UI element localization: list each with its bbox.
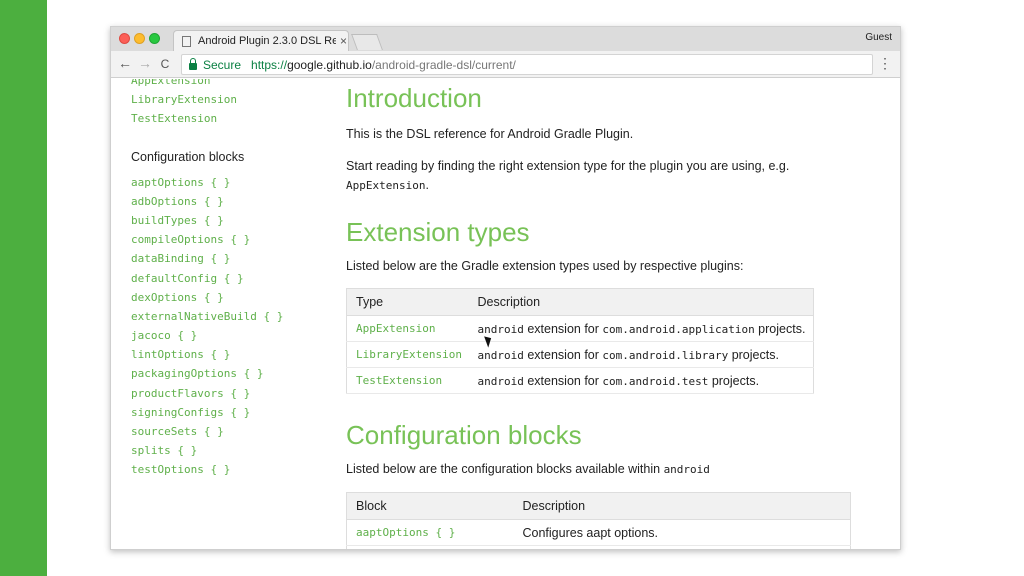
extension-types-paragraph: Listed below are the Gradle extension ty… <box>346 259 744 273</box>
table-header-row: Block Description <box>346 492 851 520</box>
table-row: LibraryExtension android extension for c… <box>346 341 814 368</box>
configuration-blocks-text: Listed below are the configuration block… <box>346 462 661 476</box>
document-icon <box>182 35 191 47</box>
type-description: android extension for com.android.applic… <box>468 315 814 342</box>
reload-icon[interactable]: C <box>157 57 173 71</box>
description-code: android <box>477 322 524 336</box>
description-text: extension for <box>523 373 603 388</box>
sidebar-link-databinding[interactable]: dataBinding { } <box>131 249 331 268</box>
minimize-window-button[interactable] <box>134 33 145 44</box>
table-row <box>346 545 851 549</box>
profile-label[interactable]: Guest <box>865 32 892 43</box>
sidebar-link-testextension[interactable]: TestExtension <box>131 109 331 128</box>
browser-toolbar: ← → C Secure https:// google.github.io /… <box>111 51 900 78</box>
sidebar-link-packagingoptions[interactable]: packagingOptions { } <box>131 364 331 383</box>
column-header-block: Block <box>346 492 514 520</box>
configuration-blocks-paragraph: Listed below are the configuration block… <box>346 460 866 479</box>
description-code: android <box>477 374 524 388</box>
table-cell <box>513 545 851 549</box>
sidebar-link-sourcesets[interactable]: sourceSets { } <box>131 422 331 441</box>
type-description: android extension for com.android.test p… <box>468 367 814 394</box>
url-scheme: https:// <box>251 57 288 72</box>
table-cell <box>346 545 514 549</box>
intro-code-appextension: AppExtension <box>346 179 426 192</box>
title-bar: Android Plugin 2.3.0 DSL Refe × Guest <box>111 27 900 51</box>
sidebar-link-buildtypes[interactable]: buildTypes { } <box>131 211 331 230</box>
extension-types-table: Type Description AppExtension android ex… <box>346 288 814 394</box>
back-icon[interactable]: ← <box>117 55 133 71</box>
new-tab-button[interactable] <box>351 34 383 50</box>
intro-paragraph-1: This is the DSL reference for Android Gr… <box>346 127 634 141</box>
configuration-blocks-table: Block Description aaptOptions { } Config… <box>346 492 851 549</box>
lock-icon <box>189 57 197 70</box>
sidebar-link-testoptions[interactable]: testOptions { } <box>131 460 331 479</box>
description-code: com.android.test <box>602 374 709 388</box>
intro-paragraph-2-text: Start reading by finding the right exten… <box>346 159 790 173</box>
url-host: google.github.io <box>287 57 372 72</box>
sidebar-link-lintoptions[interactable]: lintOptions { } <box>131 345 331 364</box>
type-link-testextension[interactable]: TestExtension <box>346 367 469 394</box>
secure-label: Secure <box>203 57 242 72</box>
block-description: Configures aapt options. <box>513 519 851 546</box>
close-window-button[interactable] <box>119 33 130 44</box>
description-code: com.android.library <box>602 348 729 362</box>
sidebar-link-libraryextension[interactable]: LibraryExtension <box>131 90 331 109</box>
table-header-row: Type Description <box>346 288 814 316</box>
browser-window: Android Plugin 2.3.0 DSL Refe × Guest ← … <box>110 26 901 550</box>
extension-types-heading: Extension types <box>346 217 530 247</box>
sidebar-link-defaultconfig[interactable]: defaultConfig { } <box>131 269 331 288</box>
sidebar-link-signingconfigs[interactable]: signingConfigs { } <box>131 403 331 422</box>
configuration-blocks-heading: Configuration blocks <box>346 420 582 450</box>
sidebar-link-compileoptions[interactable]: compileOptions { } <box>131 230 331 249</box>
address-bar[interactable]: Secure https:// google.github.io /androi… <box>181 54 873 75</box>
table-row: AppExtension android extension for com.a… <box>346 315 814 342</box>
page-content: AppExtension LibraryExtension TestExtens… <box>111 79 900 549</box>
sidebar-link-jacoco[interactable]: jacoco { } <box>131 326 331 345</box>
main-content: Introduction This is the DSL reference f… <box>346 79 866 549</box>
sidebar-link-appextension[interactable]: AppExtension <box>131 79 331 90</box>
tab-close-icon[interactable]: × <box>340 34 347 48</box>
browser-tab[interactable]: Android Plugin 2.3.0 DSL Refe × <box>173 30 349 51</box>
description-text: projects. <box>708 373 760 388</box>
url-path: /android-gradle-dsl/current/ <box>371 57 516 72</box>
intro-paragraph-2: Start reading by finding the right exten… <box>346 157 866 195</box>
sidebar-link-adboptions[interactable]: adbOptions { } <box>131 192 331 211</box>
description-text: extension for <box>523 347 603 362</box>
tab-title: Android Plugin 2.3.0 DSL Refe <box>198 35 336 47</box>
configuration-blocks-code: android <box>663 463 710 476</box>
block-link-aaptoptions[interactable]: aaptOptions { } <box>346 519 514 546</box>
intro-paragraph-2-end: . <box>425 178 429 192</box>
sidebar-link-dexoptions[interactable]: dexOptions { } <box>131 288 331 307</box>
type-link-appextension[interactable]: AppExtension <box>346 315 469 342</box>
menu-icon[interactable]: ⋮ <box>878 55 892 72</box>
sidebar-heading-config: Configuration blocks <box>131 149 245 164</box>
column-header-type: Type <box>346 288 469 316</box>
intro-heading: Introduction <box>346 83 482 113</box>
table-row: TestExtension android extension for com.… <box>346 367 814 394</box>
column-header-description: Description <box>513 492 851 520</box>
sidebar-link-externalnativebuild[interactable]: externalNativeBuild { } <box>131 307 331 326</box>
forward-icon[interactable]: → <box>137 55 153 71</box>
description-code: android <box>477 348 524 362</box>
sidebar-nav: AppExtension LibraryExtension TestExtens… <box>131 79 331 480</box>
column-header-description: Description <box>468 288 814 316</box>
sidebar-link-productflavors[interactable]: productFlavors { } <box>131 384 331 403</box>
table-row: aaptOptions { } Configures aapt options. <box>346 519 851 546</box>
sidebar-link-aaptoptions[interactable]: aaptOptions { } <box>131 173 331 192</box>
description-text: projects. <box>754 321 806 336</box>
description-text: extension for <box>523 321 603 336</box>
type-description: android extension for com.android.librar… <box>468 341 814 368</box>
zoom-window-button[interactable] <box>149 33 160 44</box>
description-text: projects. <box>728 347 779 362</box>
description-code: com.android.application <box>602 322 755 336</box>
type-link-libraryextension[interactable]: LibraryExtension <box>346 341 469 368</box>
sidebar-link-splits[interactable]: splits { } <box>131 441 331 460</box>
slide-accent-bar <box>0 0 47 576</box>
